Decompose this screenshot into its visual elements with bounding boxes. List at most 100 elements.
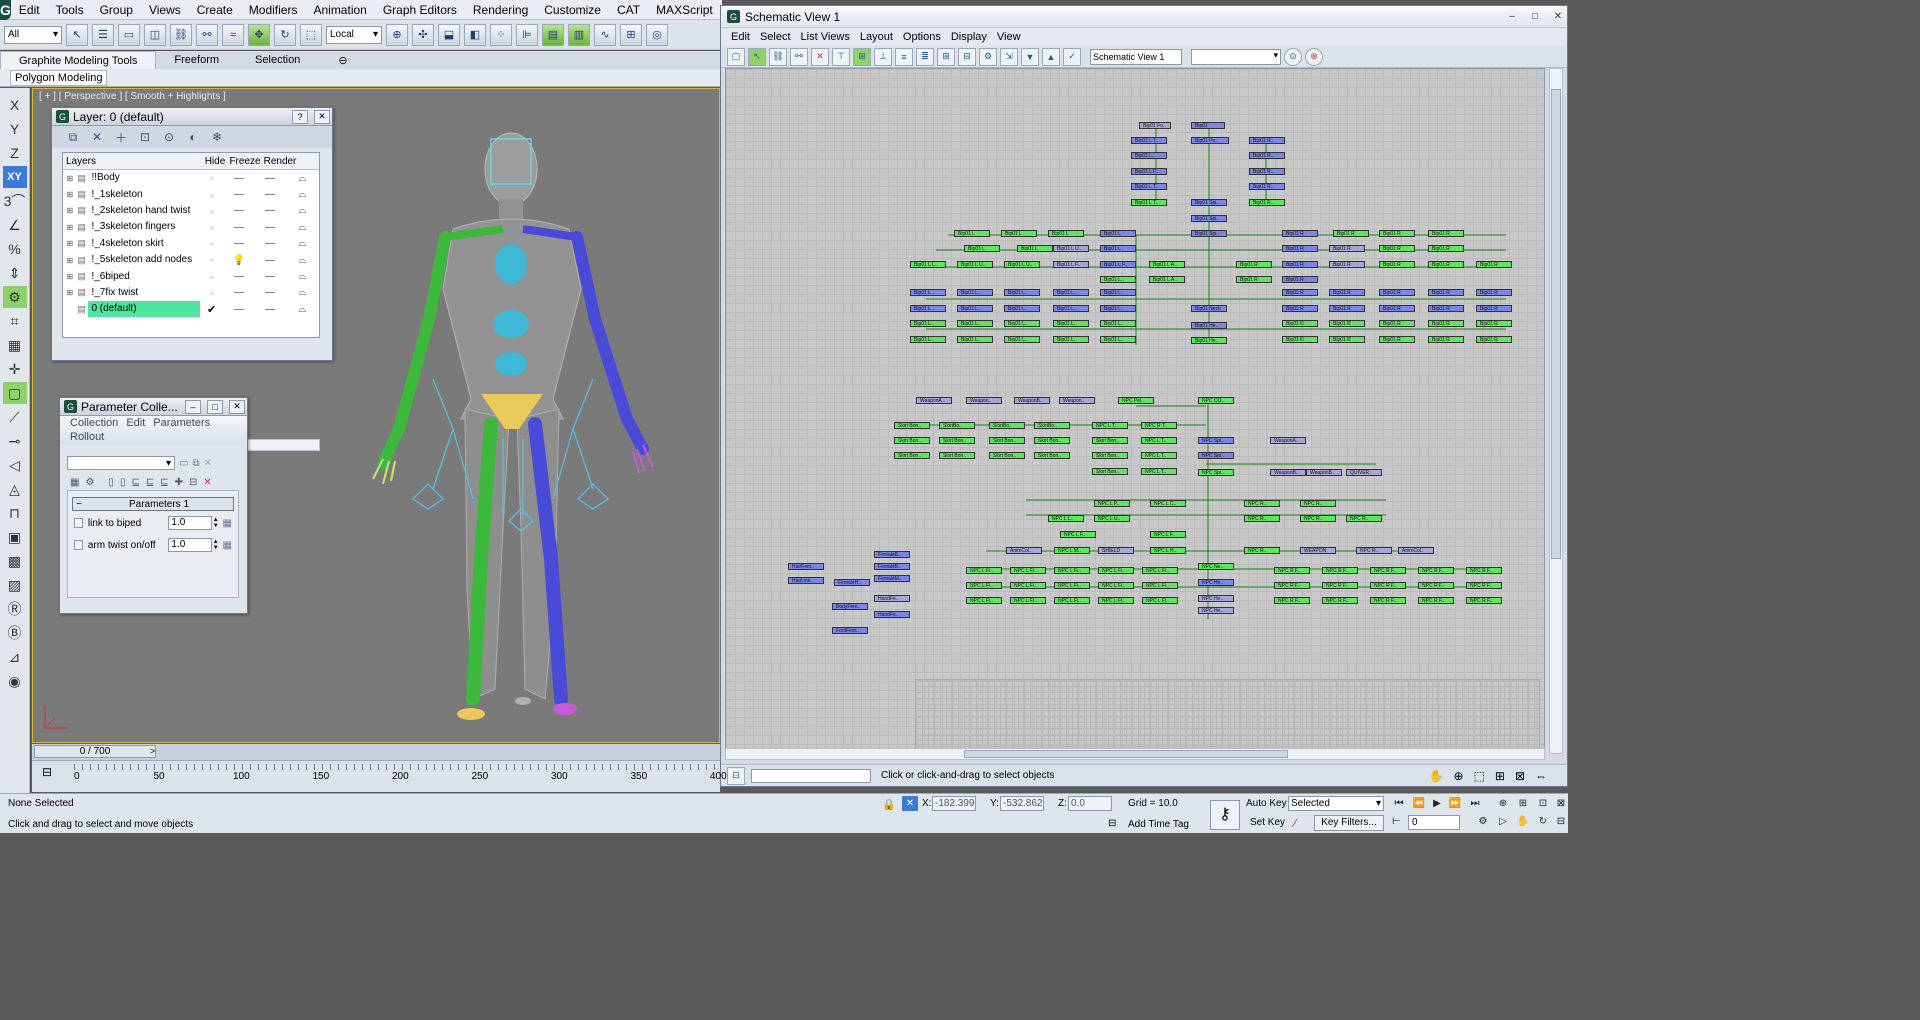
highlight-layer-icon[interactable]: ⊙ [160,129,178,145]
set-key-button[interactable]: Set Key [1250,817,1285,828]
menu-item[interactable]: Edit [11,3,48,17]
schematic-node[interactable]: Bip01 L T.. [1131,199,1167,206]
expand-icon[interactable]: ⊞ [65,190,75,199]
window-crossing-icon[interactable]: ◫ [144,23,166,46]
freeze-toggle-icon[interactable]: — [255,255,286,266]
set-keys-icon[interactable]: ⚷ [1210,800,1240,830]
schematic-node[interactable]: Bip01 L.. [957,289,993,296]
schematic-node[interactable]: Bip01 L.. [1004,336,1040,343]
rollout-toggle-icon[interactable]: − [73,499,85,510]
menu-item[interactable]: Views [141,3,189,17]
schematic-node[interactable]: Bip01 L.. [1004,305,1040,312]
collapse-icon[interactable]: ⊟ [958,47,976,66]
connect-icon[interactable]: ⛓ [769,47,787,66]
schematic-node[interactable]: AnimCol.. [1006,547,1042,554]
schematic-node[interactable]: Bip01 L F.. [1100,261,1136,268]
align-icon[interactable]: ⊫ [516,23,538,46]
schematic-node[interactable]: NPC R F.. [1418,582,1454,589]
param-menu-item[interactable]: Collection [68,416,124,430]
material-editor-icon[interactable]: ◎ [646,23,668,46]
schematic-vscroll-thumb[interactable] [1551,89,1561,559]
checkmark-icon[interactable]: ✓ [1063,47,1081,66]
schematic-node[interactable]: NPC R F.. [1322,597,1358,604]
x-coordinate-field[interactable]: -182.399 [932,796,976,811]
time-slider-thumb[interactable]: 0 / 700 [34,745,156,758]
schematic-node[interactable]: Bip01 R [1379,289,1415,296]
array-icon[interactable]: ⁘ [490,23,512,46]
snap-3d-icon[interactable]: 3⌒ [3,190,27,212]
schematic-node[interactable]: Bip01 He.. [1191,337,1227,344]
schematic-node[interactable]: NPC L T.. [1141,452,1177,459]
schematic-menu-item[interactable]: View [993,31,1027,43]
schematic-node[interactable]: NPC R F.. [1370,597,1406,604]
new-collection-icon[interactable]: ▭ [179,458,188,469]
render-frame-icon[interactable]: ▨ [3,574,27,596]
z-coordinate-field[interactable]: 0.0 [1068,796,1112,811]
bind-space-warp-icon[interactable]: ≈ [222,23,244,46]
schematic-node[interactable]: Bip01 R [1428,230,1464,237]
schematic-node[interactable]: Bip01 L.. [1131,152,1167,159]
ruler-icon[interactable]: ⊓ [3,502,27,524]
render-teapot-icon[interactable]: ⌓ [286,287,319,298]
schematic-node[interactable]: WeaponA.. [916,397,952,404]
key-mode-toggle-icon[interactable]: ⊢ [1392,816,1401,827]
schematic-node[interactable]: Bip01 Spi.. [1191,199,1227,206]
rectangular-selection-icon[interactable]: ▭ [118,23,140,46]
schematic-node[interactable]: Bip01 R [1329,245,1365,252]
hide-toggle-icon[interactable]: — [223,189,254,200]
schematic-node[interactable]: Bip01 L [1048,230,1084,237]
schematic-node[interactable]: NPC L L.. [1048,515,1084,522]
layer-name[interactable]: !_3skeleton fingers [88,219,199,235]
schematic-node[interactable]: Bip01 R [1379,336,1415,343]
schematic-node[interactable]: Bip01 R [1282,230,1318,237]
curve-editor-small-icon[interactable]: ▦ [223,540,232,551]
schematic-node[interactable]: Bip01 L F.. [1131,168,1167,175]
schematic-node[interactable]: Skirt Bon.. [894,437,930,444]
expand-icon[interactable]: ⊞ [65,206,75,215]
schematic-node[interactable]: Bip01 L U.. [957,261,993,268]
schematic-search-field[interactable] [751,768,871,783]
selection-filter-dropdown[interactable]: All ▾ [4,25,62,44]
constrain-xy-button[interactable]: XY [2,166,27,188]
schematic-node[interactable]: Skirt Bon.. [989,437,1025,444]
schematic-node[interactable]: HandFe.. [874,611,910,618]
add-time-tag-button[interactable]: Add Time Tag [1128,819,1189,830]
collection-dropdown[interactable]: ▾ [67,456,175,470]
layer-row[interactable]: ⊞ ▤ !_2skeleton hand twist ▫ — — ⌓ [63,203,319,219]
schematic-node[interactable]: Bip01 R.. [1249,168,1285,175]
schematic-horizontal-scrollbar[interactable] [725,748,1545,760]
param-remove-icon[interactable]: ⊑ [146,477,154,488]
schematic-node[interactable]: SkirtBo.. [989,422,1025,429]
schematic-node[interactable]: Bip01 Fo.. [1139,122,1171,129]
layer-row[interactable]: ⊞ ▤ !_6biped ▫ — — ⌓ [63,268,319,284]
schematic-node[interactable]: Bip01 R [1329,320,1365,327]
pan-to-selected-icon[interactable]: ⇔ [1535,769,1547,783]
render-teapot-icon[interactable]: ⌓ [286,304,319,315]
graphite-toggle-icon[interactable]: ▥ [568,23,590,46]
expand-icon[interactable]: ⊞ [65,256,75,265]
grid-icon[interactable]: ▦ [3,334,27,356]
select-and-move-icon[interactable]: ✥ [248,23,270,46]
schematic-node[interactable]: NPC Spi.. [1198,452,1234,459]
hide-toggle-icon[interactable]: — [223,304,254,315]
schematic-node[interactable]: NPC L F.. [1150,531,1186,538]
schematic-node[interactable]: NPC L Fi.. [1142,582,1178,589]
reference-coord-dropdown[interactable]: Local ▾ [326,25,382,44]
schematic-node[interactable]: Bip01 Pe.. [1191,137,1229,144]
schematic-node[interactable]: Bip01 R [1428,320,1464,327]
schematic-node[interactable]: NPC He.. [1198,579,1234,586]
select-multiple-icon[interactable]: ▦ [70,477,79,488]
maximize-toggle-icon[interactable]: ⊟ [1552,814,1570,829]
schematic-node[interactable]: NPC CO.. [1198,397,1234,404]
angle-snap-icon[interactable]: ∠ [3,214,27,236]
schematic-node[interactable]: NPC L Fi.. [1010,567,1046,574]
schematic-node[interactable]: Bip01 Neck [1191,305,1227,312]
schematic-node[interactable]: WeaponB.. [1306,469,1342,476]
time-tag-icon[interactable]: ⊟ [1108,818,1116,829]
next-key-icon[interactable]: ⏩ [1446,796,1464,811]
schematic-titlebar[interactable]: G Schematic View 1 – □ ✕ [721,6,1567,28]
schematic-node[interactable]: Bip01 R [1282,336,1318,343]
auto-key-button[interactable]: Auto Key [1246,798,1287,809]
material-icon[interactable]: ◉ [3,670,27,692]
render-teapot-icon[interactable]: ⌓ [286,189,319,200]
